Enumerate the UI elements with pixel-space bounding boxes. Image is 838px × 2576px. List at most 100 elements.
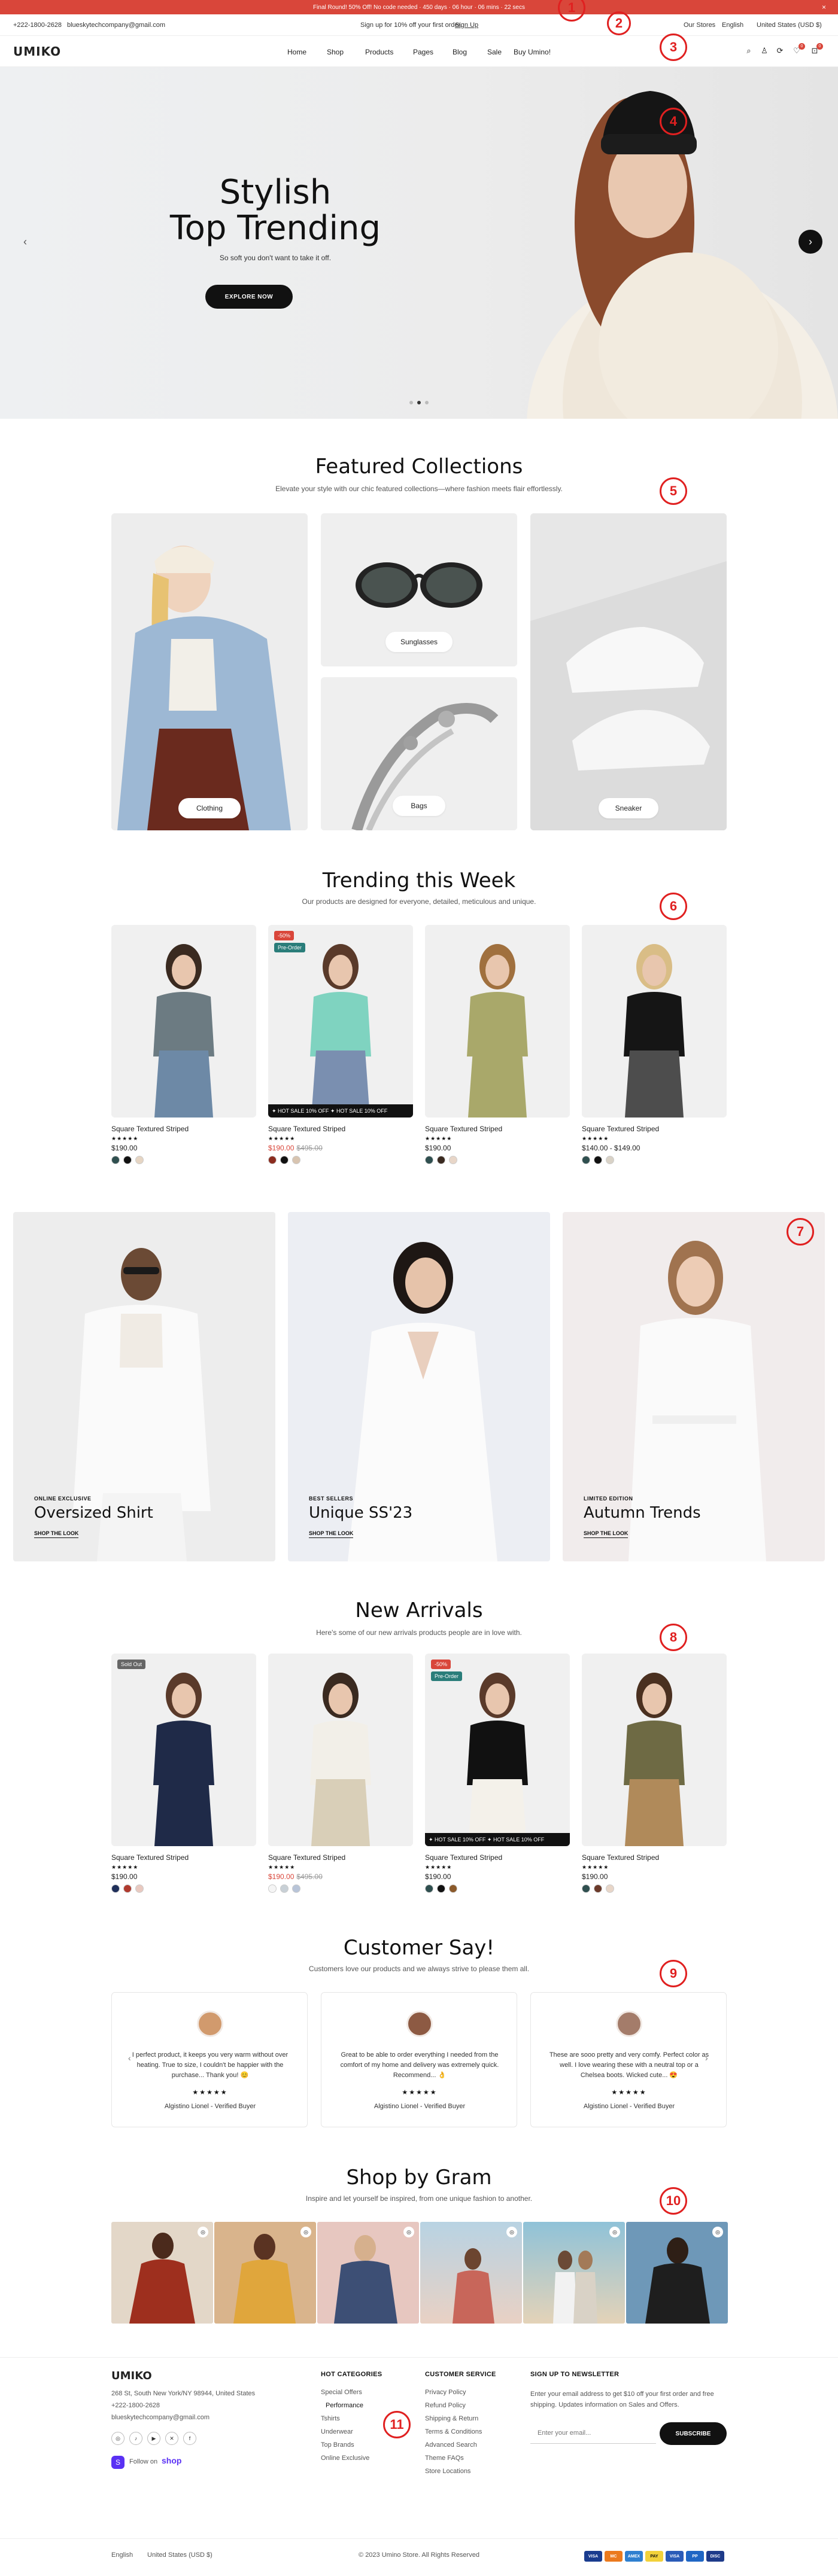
facebook-icon[interactable]: f [183, 2432, 196, 2445]
nav-home[interactable]: Home [287, 48, 306, 56]
close-icon[interactable]: × [822, 3, 826, 11]
shop-the-look-1[interactable]: SHOP THE LOOK [34, 1530, 79, 1538]
footer-email[interactable]: blueskytechcompany@gmail.com [111, 2414, 210, 2421]
prev-arrow-icon[interactable]: ‹ [13, 230, 37, 254]
slider-dot-3[interactable] [425, 401, 429, 404]
footer-link[interactable]: Online Exclusive [321, 2455, 369, 2462]
color-swatch[interactable] [123, 1156, 132, 1164]
collection-bags[interactable]: Bags [321, 677, 517, 830]
search-icon[interactable]: ⌕ [745, 47, 753, 55]
product-name[interactable]: Square Textured Striped [425, 1125, 502, 1133]
footer-link[interactable]: Performance [321, 2402, 363, 2409]
nav-pages[interactable]: Pages [413, 48, 433, 56]
product-image[interactable] [268, 1654, 413, 1846]
gram-post-2[interactable]: ◎ [214, 2222, 316, 2324]
footer-link[interactable]: Refund Policy [425, 2402, 466, 2409]
footer-link[interactable]: Theme FAQs [425, 2455, 464, 2462]
color-swatch[interactable] [111, 1156, 120, 1164]
product-name[interactable]: Square Textured Striped [268, 1853, 345, 1862]
clothing-label[interactable]: Clothing [178, 798, 241, 818]
sunglasses-label[interactable]: Sunglasses [385, 632, 453, 652]
shop-link[interactable]: shop [162, 2456, 181, 2465]
product-name[interactable]: Square Textured Striped [268, 1125, 345, 1133]
color-swatch[interactable] [606, 1884, 614, 1893]
nav-blog[interactable]: Blog [453, 48, 467, 56]
footer-link[interactable]: Store Locations [425, 2468, 470, 2475]
product-name[interactable]: Square Textured Striped [111, 1125, 189, 1133]
nav-buy[interactable]: Buy Umino! [514, 48, 551, 56]
color-swatch[interactable] [292, 1156, 300, 1164]
color-swatch[interactable] [582, 1884, 590, 1893]
language-select[interactable]: English [722, 22, 743, 29]
shop-app-icon[interactable]: S [111, 2456, 125, 2469]
gram-post-1[interactable]: ◎ [111, 2222, 213, 2324]
nav-shop[interactable]: Shop [327, 48, 344, 56]
lookbook-card-3[interactable]: LIMITED EDITION Autumn Trends SHOP THE L… [563, 1212, 825, 1561]
collection-sunglasses[interactable]: Sunglasses [321, 513, 517, 666]
color-swatch[interactable] [437, 1884, 445, 1893]
testimonial-next-icon[interactable]: › [705, 2053, 708, 2063]
product-image[interactable] [111, 925, 256, 1118]
youtube-icon[interactable]: ▶ [147, 2432, 160, 2445]
footer-link[interactable]: Tshirts [321, 2415, 340, 2422]
product-image[interactable]: Sold Out [111, 1654, 256, 1846]
wishlist-icon[interactable]: ♡ 0 [793, 43, 805, 55]
product-name[interactable]: Square Textured Striped [582, 1125, 659, 1133]
nav-products[interactable]: Products [365, 48, 393, 56]
lookbook-card-1[interactable]: ONLINE EXCLUSIVE Oversized Shirt SHOP TH… [13, 1212, 275, 1561]
color-swatch[interactable] [606, 1156, 614, 1164]
footer-link[interactable]: Underwear [321, 2428, 353, 2435]
color-swatch[interactable] [292, 1884, 300, 1893]
color-swatch[interactable] [268, 1156, 277, 1164]
collection-clothing[interactable]: Clothing [111, 513, 308, 830]
product-name[interactable]: Square Textured Striped [425, 1853, 502, 1862]
color-swatch[interactable] [111, 1884, 120, 1893]
slider-dot-2[interactable] [417, 401, 421, 404]
gram-post-3[interactable]: ◎ [317, 2222, 419, 2324]
color-swatch[interactable] [594, 1156, 602, 1164]
tiktok-icon[interactable]: ♪ [129, 2432, 142, 2445]
color-swatch[interactable] [425, 1884, 433, 1893]
instagram-icon[interactable]: ◎ [111, 2432, 125, 2445]
gram-post-5[interactable]: ◎ [523, 2222, 625, 2324]
gram-post-6[interactable]: ◎ [626, 2222, 728, 2324]
color-swatch[interactable] [123, 1884, 132, 1893]
testimonial-prev-icon[interactable]: ‹ [128, 2053, 131, 2063]
collection-sneaker[interactable]: Sneaker [530, 513, 727, 830]
footer-link[interactable]: Terms & Conditions [425, 2428, 482, 2435]
footer-link[interactable]: Privacy Policy [425, 2389, 466, 2396]
color-swatch[interactable] [594, 1884, 602, 1893]
shop-the-look-2[interactable]: SHOP THE LOOK [309, 1530, 354, 1538]
color-swatch[interactable] [425, 1156, 433, 1164]
product-name[interactable]: Square Textured Striped [111, 1853, 189, 1862]
logo[interactable]: UMIKO [13, 44, 61, 59]
explore-button[interactable]: EXPLORE NOW [205, 285, 293, 309]
slider-dot-1[interactable] [409, 401, 413, 404]
footer-link[interactable]: Shipping & Return [425, 2415, 478, 2422]
subscribe-button[interactable]: SUBSCRIBE [660, 2422, 727, 2445]
footer-link[interactable]: Advanced Search [425, 2441, 477, 2449]
currency-select[interactable]: United States (USD $) [757, 22, 822, 29]
shop-the-look-3[interactable]: SHOP THE LOOK [584, 1530, 628, 1538]
product-image[interactable]: -50% Pre-Order ✦ HOT SALE 10% OFF ✦ HOT SA… [268, 925, 413, 1118]
product-image[interactable]: -50% Pre-Order ✦ HOT SALE 10% OFF ✦ HOT SA… [425, 1654, 570, 1846]
next-arrow-icon[interactable]: › [798, 230, 822, 254]
color-swatch[interactable] [268, 1884, 277, 1893]
color-swatch[interactable] [135, 1156, 144, 1164]
color-swatch[interactable] [449, 1156, 457, 1164]
color-swatch[interactable] [280, 1156, 289, 1164]
product-image[interactable] [582, 1654, 727, 1846]
color-swatch[interactable] [135, 1884, 144, 1893]
color-swatch[interactable] [449, 1884, 457, 1893]
footer-logo[interactable]: UMIKO [111, 2370, 152, 2382]
product-name[interactable]: Square Textured Striped [582, 1853, 659, 1862]
stores-link[interactable]: Our Stores [684, 22, 715, 29]
color-swatch[interactable] [280, 1884, 289, 1893]
gram-post-4[interactable]: ◎ [420, 2222, 522, 2324]
sneaker-label[interactable]: Sneaker [599, 798, 658, 818]
compare-icon[interactable]: ⟳ [776, 47, 784, 55]
footer-link[interactable]: Special Offers [321, 2389, 362, 2396]
color-swatch[interactable] [582, 1156, 590, 1164]
bags-label[interactable]: Bags [393, 796, 445, 816]
lookbook-card-2[interactable]: BEST SELLERS Unique SS'23 SHOP THE LOOK [288, 1212, 550, 1561]
